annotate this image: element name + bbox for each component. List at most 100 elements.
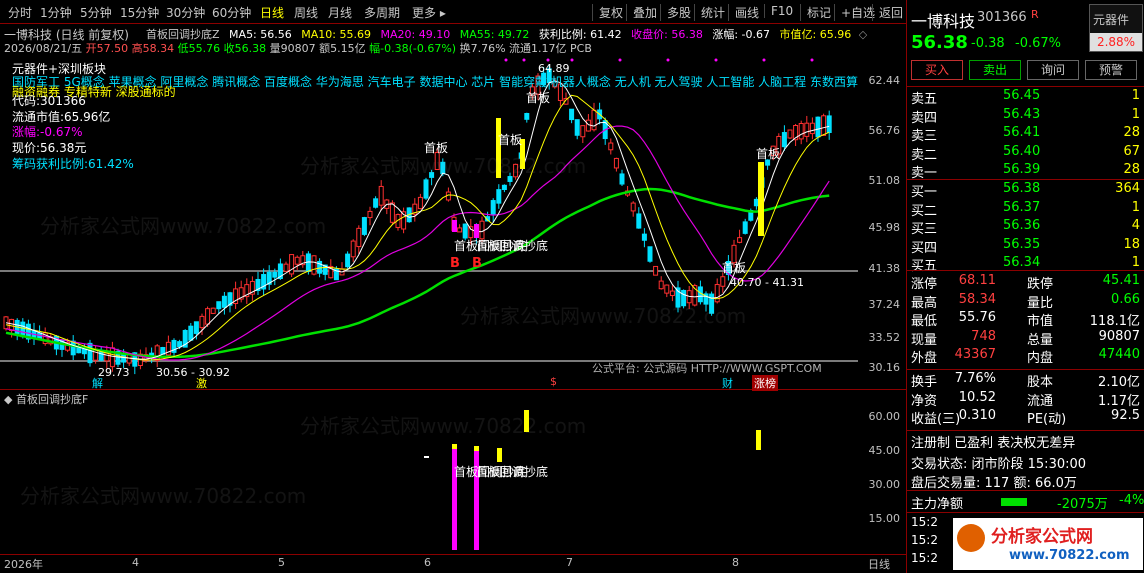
indicator-bar xyxy=(497,448,502,462)
period-tab-daily[interactable]: 日线 xyxy=(260,4,284,21)
mainforce-bar xyxy=(1001,498,1027,506)
order-level: 卖二 xyxy=(911,147,938,163)
event-tag[interactable]: 解 xyxy=(92,375,103,391)
mark-button[interactable]: 标记 xyxy=(800,4,831,21)
candle xyxy=(641,233,647,241)
inquiry-button[interactable]: 询问 xyxy=(1027,60,1079,80)
order-row[interactable]: 卖五 56.45 1 xyxy=(907,88,1144,107)
order-row[interactable]: 买三 56.36 4 xyxy=(907,218,1144,237)
stats-button[interactable]: 统计 xyxy=(694,4,725,21)
event-tag[interactable]: 激 xyxy=(196,375,207,391)
candle xyxy=(720,276,726,287)
x-label: 6 xyxy=(424,556,431,569)
candle xyxy=(205,308,211,325)
period-tab-weekly[interactable]: 周线 xyxy=(294,4,318,21)
x-axis[interactable]: 2026年 4 5 6 7 8 日线 xyxy=(0,554,906,573)
period-tab-fenshi[interactable]: 分时 xyxy=(8,4,32,21)
stat-value: 58.34 xyxy=(958,291,996,307)
alert-button[interactable]: 预警 xyxy=(1085,60,1137,80)
event-tag[interactable]: 涨榜 xyxy=(752,375,778,391)
candle xyxy=(574,119,580,136)
stat-row: 最低 55.76 市值 118.1亿 xyxy=(907,310,1144,329)
stat-label: 外盘 xyxy=(911,351,938,366)
sector-box[interactable]: 元器件 2.88% xyxy=(1089,4,1143,52)
order-price: 56.41 xyxy=(1003,125,1041,140)
candle xyxy=(636,213,642,229)
trade-state: 交易状态: 闭市阶段 15:30:00 xyxy=(911,457,1087,472)
order-row[interactable]: 卖二 56.40 67 xyxy=(907,143,1144,163)
adjust-button[interactable]: 复权 xyxy=(592,4,623,21)
period-tab-60min[interactable]: 60分钟 xyxy=(212,4,251,21)
diamond-icon[interactable]: ◇ xyxy=(859,28,867,41)
mainforce-label[interactable]: 主力净额 xyxy=(911,493,963,512)
candle xyxy=(199,315,205,329)
candle xyxy=(664,284,670,294)
sub-indicator-chart[interactable]: 首板回调抄底 首板回调抄底 xyxy=(0,404,858,550)
candle xyxy=(423,179,429,199)
period-tab-multi[interactable]: 多周期 xyxy=(364,4,400,21)
order-row[interactable]: 买四 56.35 18 xyxy=(907,237,1144,256)
draw-line-button[interactable]: 画线 xyxy=(728,4,759,21)
period-label[interactable]: 日线 xyxy=(868,556,890,572)
indicator-bar xyxy=(424,456,429,458)
shouban-label: 首板 xyxy=(722,261,746,275)
add-watchlist-button[interactable]: +自选 xyxy=(834,4,875,21)
stat-label: 最低 xyxy=(911,314,938,329)
period-tab-1min[interactable]: 1分钟 xyxy=(40,4,72,21)
indicator-bar xyxy=(452,446,457,550)
stock-name: 一博科技 xyxy=(911,12,976,31)
quote-panel: 一博科技 301366 R 元器件 2.88% 56.38 -0.38 -0.6… xyxy=(907,0,1144,573)
y-tick: 56.76 xyxy=(868,124,901,137)
event-tag[interactable]: $ xyxy=(550,375,557,388)
overlay-button[interactable]: 叠加 xyxy=(626,4,657,21)
period-tab-more[interactable]: 更多 ▸ xyxy=(412,4,446,21)
mainforce-pct: -4% xyxy=(1119,493,1144,508)
app-window: { "toolbar":{ "periods":["分时","1分钟","5分钟… xyxy=(0,0,1144,573)
period-tab-30min[interactable]: 30分钟 xyxy=(166,4,205,21)
back-button[interactable]: 返回 xyxy=(872,4,903,21)
order-price: 56.38 xyxy=(1003,181,1041,196)
tick-time: 15:2 xyxy=(911,551,938,565)
x-label: 2026年 xyxy=(4,558,43,571)
order-row[interactable]: 卖一 56.39 28 xyxy=(907,162,1144,181)
buy-marker xyxy=(452,220,457,232)
order-row[interactable]: 买一 56.38 364 xyxy=(907,181,1144,200)
order-row[interactable]: 卖三 56.41 28 xyxy=(907,125,1144,144)
price-change: -0.38 xyxy=(971,36,1005,51)
f10-button[interactable]: F10 xyxy=(764,4,793,18)
order-row[interactable]: 卖四 56.43 1 xyxy=(907,107,1144,126)
period-tab-monthly[interactable]: 月线 xyxy=(328,4,352,21)
period-tab-15min[interactable]: 15分钟 xyxy=(120,4,159,21)
order-level: 卖三 xyxy=(911,129,938,144)
buy-button[interactable]: 买入 xyxy=(911,60,963,80)
event-tag[interactable]: 财 xyxy=(722,375,733,391)
code-info: 代码:301366 xyxy=(12,94,86,108)
order-volume: 28 xyxy=(1123,162,1140,177)
candle xyxy=(591,109,597,131)
order-volume: 67 xyxy=(1123,143,1140,159)
buy-signal: B xyxy=(472,256,482,271)
change-info: 涨幅:-0.67% xyxy=(12,125,83,139)
order-level: 买三 xyxy=(911,222,938,237)
candle xyxy=(373,198,379,208)
candle xyxy=(216,301,222,310)
indicator-bar xyxy=(452,444,457,449)
dip-label: 首板回调抄底 xyxy=(476,464,548,479)
order-level: 买五 xyxy=(911,259,938,274)
stat-value: 2.10亿 xyxy=(1098,375,1140,390)
stat-value: 43367 xyxy=(954,347,996,362)
x-label: 5 xyxy=(278,556,285,569)
multi-stock-button[interactable]: 多股 xyxy=(660,4,691,21)
stat-row: 净资 10.52 流通 1.17亿 xyxy=(907,390,1144,409)
period-tab-5min[interactable]: 5分钟 xyxy=(80,4,112,21)
stat-value: 68.11 xyxy=(958,273,996,288)
order-row[interactable]: 买二 56.37 1 xyxy=(907,200,1144,219)
sector-name: 元器件 xyxy=(1093,13,1130,27)
sell-button[interactable]: 卖出 xyxy=(969,60,1021,80)
candle xyxy=(154,345,160,361)
dip-label: 首板回调抄底 xyxy=(476,238,548,253)
candle xyxy=(479,220,485,240)
candle xyxy=(787,129,793,139)
shouban-label: 首板 xyxy=(756,147,780,161)
y-tick: 51.08 xyxy=(868,174,901,187)
